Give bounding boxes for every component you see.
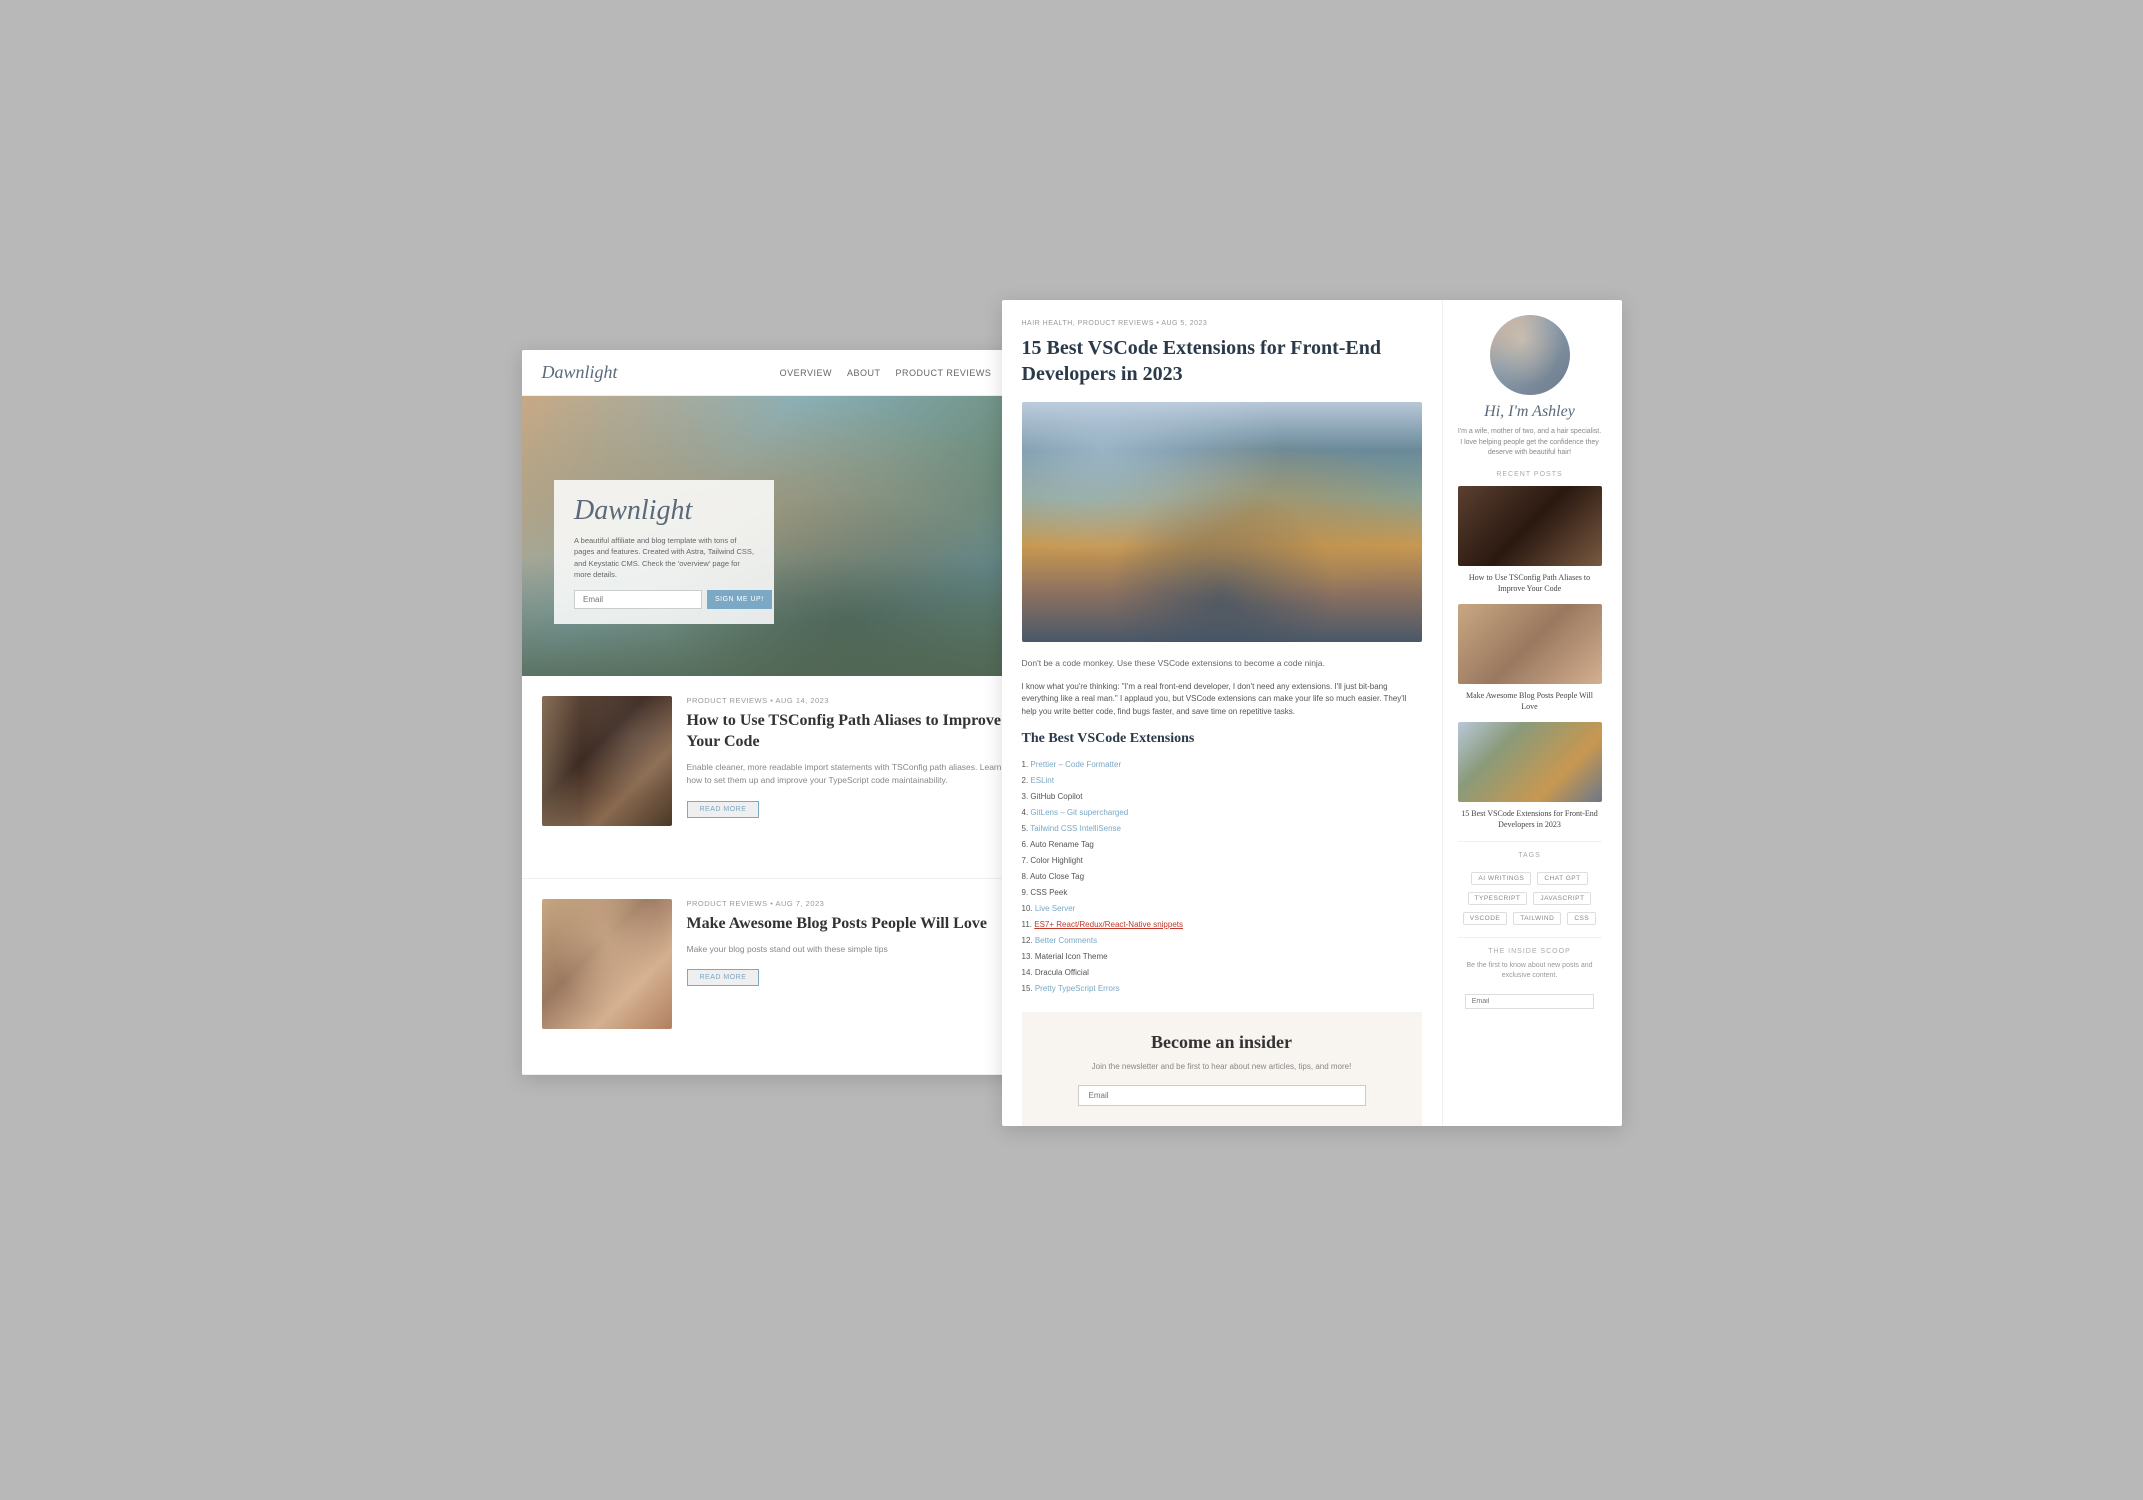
nav-product-reviews[interactable]: PRODUCT REVIEWS [896, 368, 992, 378]
nav-overview[interactable]: OVERVIEW [780, 368, 832, 378]
right-article-panel: HAIR HEALTH, PRODUCT REVIEWS • AUG 5, 20… [1002, 300, 1622, 1126]
books-thumbnail [542, 696, 672, 826]
extensions-list: 1. Prettier – Code Formatter 2. ESLint 3… [1022, 757, 1422, 997]
hero-description: A beautiful affiliate and blog template … [574, 535, 754, 580]
inside-scoop-desc: Be the first to know about new posts and… [1458, 961, 1602, 982]
women-thumbnail [542, 899, 672, 1029]
post-title-1: How to Use TSConfig Path Aliases to Impr… [687, 711, 1017, 753]
sidebar-thumb-2 [1458, 604, 1602, 684]
article-body: I know what you're thinking: "I'm a real… [1022, 681, 1422, 719]
ext-15: 15. Pretty TypeScript Errors [1022, 981, 1422, 997]
ext-12: 12. Better Comments [1022, 933, 1422, 949]
article-intro: Don't be a code monkey. Use these VSCode… [1022, 657, 1422, 671]
inside-scoop-title: THE INSIDE SCOOP [1458, 948, 1602, 955]
sidebar-thumb-3 [1458, 722, 1602, 802]
ext-link-10[interactable]: Live Server [1035, 904, 1075, 913]
post-title-2: Make Awesome Blog Posts People Will Love [687, 914, 1017, 935]
sidebar-tag-javascript[interactable]: JAVASCRIPT [1533, 892, 1591, 905]
ext-2: 2. ESLint [1022, 773, 1422, 789]
ext-link-11[interactable]: ES7+ React/Redux/React-Native snippets [1034, 920, 1183, 929]
article-sidebar: Hi, I'm Ashley I'm a wife, mother of two… [1442, 300, 1617, 1126]
ext-6: 6. Auto Rename Tag [1022, 837, 1422, 853]
sidebar-tag-ai[interactable]: AI WRITINGS [1471, 872, 1531, 885]
article-meta: HAIR HEALTH, PRODUCT REVIEWS • AUG 5, 20… [1022, 320, 1422, 327]
hero-overlay: Dawnlight A beautiful affiliate and blog… [554, 480, 774, 624]
post-content-1: PRODUCT REVIEWS • AUG 14, 2023 How to Us… [687, 696, 1017, 818]
site-logo[interactable]: Dawnlight [542, 362, 618, 383]
sidebar-bio: I'm a wife, mother of two, and a hair sp… [1458, 427, 1602, 459]
ext-11: 11. ES7+ React/Redux/React-Native snippe… [1022, 917, 1422, 933]
ext-13: 13. Material Icon Theme [1022, 949, 1422, 965]
insider-desc: Join the newsletter and be first to hear… [1042, 1061, 1402, 1073]
article-layout: HAIR HEALTH, PRODUCT REVIEWS • AUG 5, 20… [1002, 300, 1622, 1126]
recent-posts-title: RECENT POSTS [1458, 471, 1602, 478]
ext-link-15[interactable]: Pretty TypeScript Errors [1035, 984, 1120, 993]
hero-form: SIGN ME UP! [574, 590, 754, 609]
ext-5: 5. Tailwind CSS IntelliSense [1022, 821, 1422, 837]
sidebar-tags-title: TAGS [1458, 841, 1602, 859]
sidebar-tag-vscode[interactable]: VSCODE [1463, 912, 1507, 925]
sidebar-tag-tailwind[interactable]: TAILWIND [1513, 912, 1561, 925]
article-hero-image [1022, 402, 1422, 642]
post-excerpt-1: Enable cleaner, more readable import sta… [687, 761, 1017, 788]
sidebar-author-name: Hi, I'm Ashley [1458, 403, 1602, 421]
list-heading: The Best VSCode Extensions [1022, 731, 1422, 747]
insider-email-input[interactable] [1078, 1085, 1366, 1106]
ext-4: 4. GitLens – Git supercharged [1022, 805, 1422, 821]
read-more-button-2[interactable]: READ MORE [687, 969, 760, 986]
ext-link-4[interactable]: GitLens – Git supercharged [1030, 808, 1128, 817]
sidebar-post-title-2[interactable]: Make Awesome Blog Posts People Will Love [1458, 690, 1602, 712]
ext-7: 7. Color Highlight [1022, 853, 1422, 869]
ext-link-2[interactable]: ESLint [1030, 776, 1054, 785]
sidebar-avatar [1490, 315, 1570, 395]
insider-title: Become an insider [1042, 1032, 1402, 1053]
hero-signup-button[interactable]: SIGN ME UP! [707, 590, 772, 609]
sidebar-tag-typescript[interactable]: TYPESCRIPT [1468, 892, 1528, 905]
nav-about[interactable]: ABOUT [847, 368, 881, 378]
sidebar-inside-scoop: THE INSIDE SCOOP Be the first to know ab… [1458, 937, 1602, 1009]
insider-section: Become an insider Join the newsletter an… [1022, 1012, 1422, 1126]
read-more-button-1[interactable]: READ MORE [687, 801, 760, 818]
sidebar-post-title-3[interactable]: 15 Best VSCode Extensions for Front-End … [1458, 808, 1602, 830]
ext-3: 3. GitHub Copilot [1022, 789, 1422, 805]
sidebar-thumb-1 [1458, 486, 1602, 566]
article-main: HAIR HEALTH, PRODUCT REVIEWS • AUG 5, 20… [1002, 300, 1442, 1126]
ext-link-5[interactable]: Tailwind CSS IntelliSense [1030, 824, 1121, 833]
sidebar-tags: AI WRITINGS CHAT GPT TYPESCRIPT JAVASCRI… [1458, 867, 1602, 927]
ext-1: 1. Prettier – Code Formatter [1022, 757, 1422, 773]
post-meta-2: PRODUCT REVIEWS • AUG 7, 2023 [687, 899, 1017, 908]
article-title: 15 Best VSCode Extensions for Front-End … [1022, 335, 1422, 387]
ext-14: 14. Dracula Official [1022, 965, 1422, 981]
sidebar-post-title-1[interactable]: How to Use TSConfig Path Aliases to Impr… [1458, 572, 1602, 594]
hero-title: Dawnlight [574, 495, 754, 527]
post-content-2: PRODUCT REVIEWS • AUG 7, 2023 Make Aweso… [687, 899, 1017, 986]
ext-10: 10. Live Server [1022, 901, 1422, 917]
post-thumbnail-2 [542, 899, 672, 1029]
inside-scoop-email[interactable] [1465, 994, 1595, 1009]
post-meta-1: PRODUCT REVIEWS • AUG 14, 2023 [687, 696, 1017, 705]
ext-8: 8. Auto Close Tag [1022, 869, 1422, 885]
post-excerpt-2: Make your blog posts stand out with thes… [687, 943, 1017, 957]
hero-email-input[interactable] [574, 590, 702, 609]
post-thumbnail-1 [542, 696, 672, 826]
ext-9: 9. CSS Peek [1022, 885, 1422, 901]
sidebar-tag-css[interactable]: CSS [1567, 912, 1596, 925]
sidebar-tag-chatgpt[interactable]: CHAT GPT [1537, 872, 1587, 885]
ext-link-12[interactable]: Better Comments [1035, 936, 1097, 945]
ext-link-1[interactable]: Prettier – Code Formatter [1030, 760, 1121, 769]
